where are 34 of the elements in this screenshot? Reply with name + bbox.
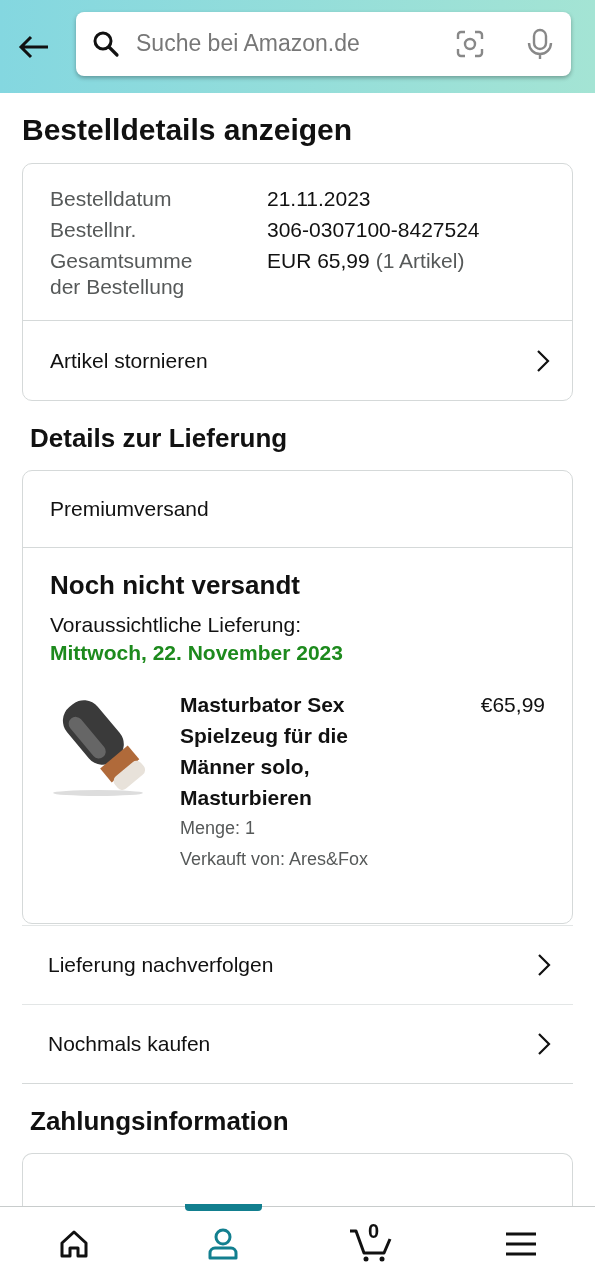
delivery-date: Mittwoch, 22. November 2023 xyxy=(50,640,344,666)
home-icon xyxy=(59,1228,90,1259)
cart-count: 0 xyxy=(367,1219,379,1243)
field-label: Bestellnr. xyxy=(50,217,138,243)
field-value: 21.11.2023 xyxy=(267,187,371,210)
microphone-icon[interactable] xyxy=(527,27,553,60)
cancel-items-link[interactable]: Artikel stornieren xyxy=(23,320,572,400)
search-icon xyxy=(92,29,120,58)
action-link[interactable]: Nochmals kaufen xyxy=(22,1004,573,1084)
shipment-status: Noch nicht versandt xyxy=(50,570,301,601)
field-label: Gesamtsumme der Bestellung xyxy=(50,248,194,300)
price: €65,99 xyxy=(480,692,545,718)
section-heading: Zahlungsinformation xyxy=(30,1106,290,1137)
chevron-right-icon xyxy=(537,1032,551,1056)
field-value: 306-0307100-8427524 xyxy=(267,218,480,241)
back-arrow-icon[interactable] xyxy=(18,34,50,59)
chevron-right-icon xyxy=(537,953,551,977)
search-field[interactable]: Suche bei Amazon.de xyxy=(76,11,571,76)
page-title: Bestelldetails anzeigen xyxy=(22,113,354,147)
section-heading: Details zur Lieferung xyxy=(30,423,289,454)
field-label: Bestelldatum xyxy=(50,186,173,212)
product-title[interactable]: Masturbator Sex Spielzeug für die Männer solo, Masturbieren xyxy=(180,689,395,813)
camera-icon[interactable] xyxy=(455,28,485,59)
menu-icon xyxy=(505,1231,536,1256)
field-value: EUR 65,99 xyxy=(267,249,370,272)
account-icon xyxy=(206,1226,241,1261)
action-link[interactable]: Lieferung nachverfolgen xyxy=(22,925,573,1005)
item-count: (1 Artikel) xyxy=(375,249,465,272)
nav-tab[interactable]: 0 xyxy=(297,1207,447,1280)
seller: Verkauft von: Ares&Fox xyxy=(180,848,370,871)
quantity: Menge: 1 xyxy=(180,817,257,840)
delivery-estimate-label: Voraussichtliche Lieferung: xyxy=(50,612,302,638)
chevron-right-icon xyxy=(536,348,550,373)
shipping-method: Premiumversand xyxy=(23,471,572,548)
